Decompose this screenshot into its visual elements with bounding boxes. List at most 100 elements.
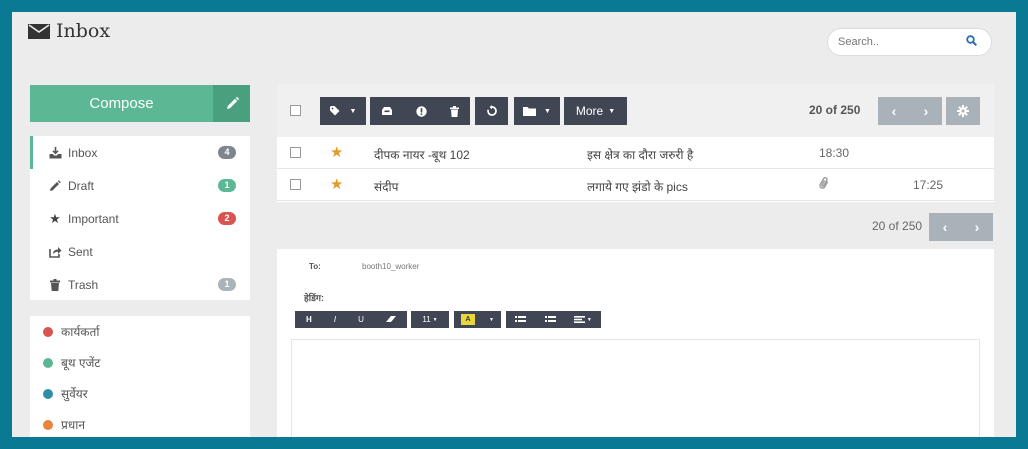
numbered-list-icon[interactable]: [544, 316, 556, 323]
to-label: To:: [309, 262, 321, 271]
caret-down-icon[interactable]: ▼: [489, 317, 494, 323]
chevron-left-icon[interactable]: ‹: [892, 103, 897, 119]
trash-count-badge: 1: [218, 278, 236, 291]
row-checkbox[interactable]: [290, 147, 301, 158]
trash-icon[interactable]: [449, 105, 459, 117]
message-time: 18:30: [819, 146, 850, 160]
envelope-icon: [28, 23, 50, 39]
share-icon: [48, 245, 62, 259]
text-color-button[interactable]: A: [461, 314, 475, 325]
pager-nav-group: ‹ ›: [929, 213, 993, 241]
folder-list: Inbox 4 Draft 1 ★ Important 2 Sent Trash: [30, 136, 250, 300]
sidebar-item-inbox[interactable]: Inbox 4: [30, 136, 250, 169]
compose-pencil-button[interactable]: [213, 85, 250, 122]
sidebar-item-sent[interactable]: Sent: [30, 235, 250, 268]
trash-icon: [48, 278, 62, 292]
tag-icon: [329, 106, 340, 116]
message-body-editor[interactable]: [291, 339, 980, 437]
message-actions-group: [370, 97, 470, 125]
report-spam-icon[interactable]: [416, 105, 427, 117]
inbox-count-badge: 4: [218, 146, 236, 159]
label-item[interactable]: प्रधान: [30, 409, 250, 437]
search-input[interactable]: [838, 33, 958, 51]
italic-button[interactable]: I: [334, 315, 336, 324]
sidebar-item-trash[interactable]: Trash 1: [30, 268, 250, 301]
archive-icon[interactable]: [381, 106, 393, 116]
gear-icon: [957, 105, 969, 117]
label-dot: [43, 388, 53, 399]
label-text: प्रधान: [61, 418, 85, 432]
sidebar-item-label: Sent: [68, 244, 93, 259]
pager-count: 20 of 250: [872, 219, 923, 233]
to-field[interactable]: booth10_worker: [362, 262, 419, 271]
align-dropdown[interactable]: ▼: [573, 316, 592, 323]
sidebar-item-important[interactable]: ★ Important 2: [30, 202, 250, 235]
message-subject: इस क्षेत्र का दौरा जरुरी है: [587, 148, 694, 162]
table-row[interactable]: ★ संदीप लगाये गए झंडो के pics 17:25: [277, 169, 994, 201]
pencil-icon: [226, 96, 239, 109]
eraser-icon[interactable]: [385, 316, 396, 323]
settings-button[interactable]: [946, 97, 980, 125]
important-count-badge: 2: [218, 212, 236, 225]
search-box[interactable]: [827, 28, 992, 56]
message-time: 17:25: [913, 178, 944, 192]
chevron-right-icon[interactable]: ›: [924, 103, 929, 119]
refresh-button[interactable]: [475, 97, 508, 125]
label-text: कार्यकर्ता: [61, 325, 100, 339]
star-icon[interactable]: ★: [330, 175, 343, 193]
tag-dropdown-button[interactable]: ▼: [320, 97, 366, 125]
more-button[interactable]: More ▼: [564, 97, 627, 125]
label-item[interactable]: कार्यकर्ता: [30, 316, 250, 347]
page-title-text: Inbox: [56, 20, 111, 42]
sidebar-item-draft[interactable]: Draft 1: [30, 169, 250, 202]
pencil-icon: [48, 179, 62, 193]
label-dot: [43, 326, 53, 337]
sidebar-item-label: Inbox: [68, 145, 98, 160]
draft-count-badge: 1: [218, 179, 236, 192]
message-list-panel: ▼ ▼ More ▼ 20 of 250 ‹ › ★ दीपक नायर -बू…: [277, 84, 994, 202]
sidebar-item-label: Draft: [68, 178, 95, 193]
page-nav-group: ‹ ›: [878, 97, 942, 125]
label-text: बूथ एजेंट: [61, 356, 101, 370]
label-dot: [43, 357, 53, 368]
message-sender: दीपक नायर -बूथ 102: [374, 148, 470, 162]
paragraph-format-group: ▼: [506, 311, 601, 328]
font-size-dropdown[interactable]: 11 ▼: [411, 311, 449, 328]
more-label: More: [575, 104, 604, 118]
compose-button[interactable]: Compose: [30, 85, 250, 122]
caret-down-icon: ▼: [349, 107, 357, 115]
chevron-right-icon[interactable]: ›: [975, 219, 980, 235]
message-toolbar: ▼ ▼ More ▼ 20 of 250 ‹ ›: [277, 84, 994, 137]
compose-label[interactable]: Compose: [30, 85, 213, 122]
font-size-value: 11: [422, 315, 431, 324]
paperclip-icon: [819, 177, 829, 189]
caret-down-icon: ▼: [544, 107, 551, 115]
underline-button[interactable]: U: [358, 315, 364, 324]
move-to-folder-button[interactable]: ▼: [514, 97, 560, 125]
label-list: कार्यकर्ता बूथ एजेंट सुर्वेयर प्रधान: [30, 316, 250, 437]
caret-down-icon: ▼: [432, 316, 438, 323]
heading-label: हेडिंग:: [304, 293, 324, 303]
page-title: Inbox: [28, 20, 110, 42]
label-item[interactable]: सुर्वेयर: [30, 378, 250, 409]
folder-icon: [523, 107, 537, 116]
message-count: 20 of 250: [809, 103, 861, 117]
caret-down-icon: ▼: [608, 107, 616, 115]
search-icon[interactable]: [966, 35, 977, 46]
bulleted-list-icon[interactable]: [515, 316, 527, 323]
text-format-group: H I U: [295, 311, 407, 328]
sidebar-item-label: Trash: [68, 277, 99, 292]
row-checkbox[interactable]: [290, 179, 301, 190]
compose-editor: To: booth10_worker हेडिंग: H I U 11 ▼ A …: [277, 249, 994, 437]
label-item[interactable]: बूथ एजेंट: [30, 347, 250, 378]
message-sender: संदीप: [374, 180, 399, 194]
table-row[interactable]: ★ दीपक नायर -बूथ 102 इस क्षेत्र का दौरा …: [277, 137, 994, 169]
message-subject: लगाये गए झंडो के pics: [587, 180, 688, 194]
inbox-icon: [48, 146, 62, 160]
chevron-left-icon[interactable]: ‹: [943, 219, 948, 235]
label-text: सुर्वेयर: [61, 387, 88, 401]
text-color-group: A ▼: [454, 311, 501, 328]
star-icon[interactable]: ★: [330, 143, 343, 161]
select-all-checkbox[interactable]: [290, 105, 301, 116]
bold-button[interactable]: H: [306, 315, 312, 324]
